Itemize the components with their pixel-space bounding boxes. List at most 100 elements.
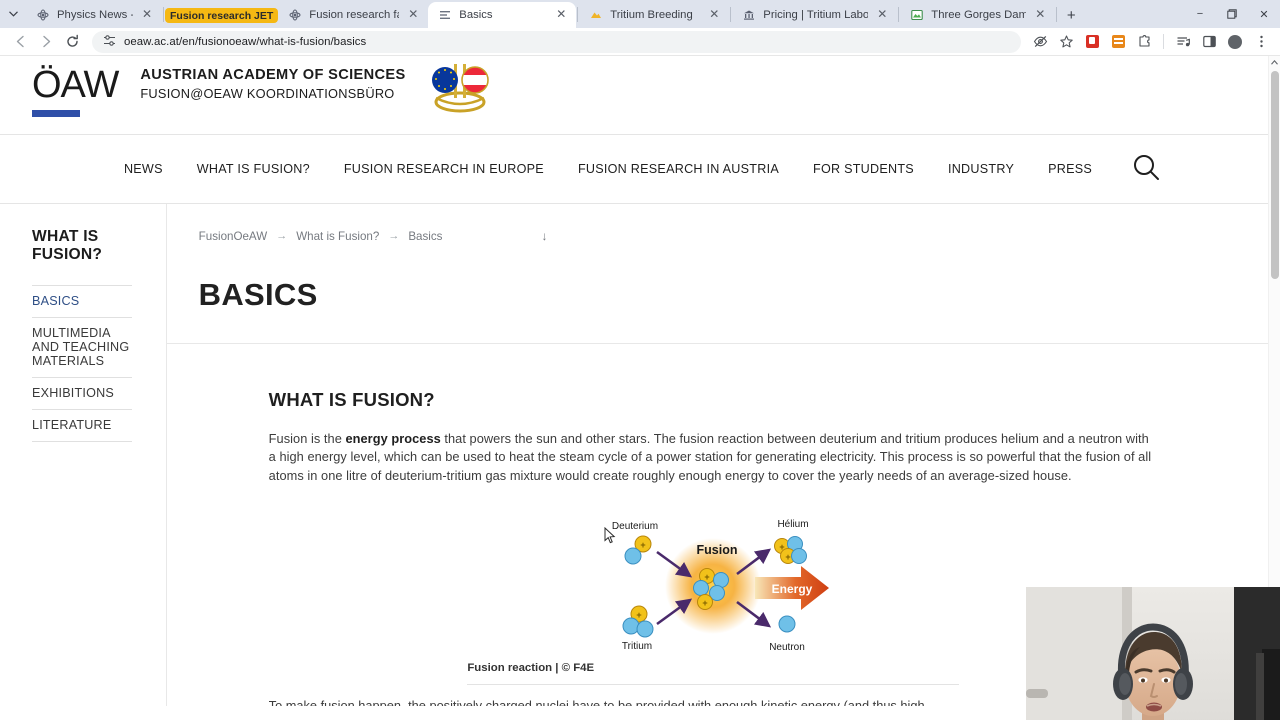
intro-paragraph: Fusion is the energy process that powers… [269, 430, 1158, 485]
browser-tab[interactable]: Fusion research facility's final t ✕ [278, 2, 428, 28]
reading-list-icon[interactable] [1172, 31, 1194, 53]
nav-item-fusion-research-europe[interactable]: FUSION RESEARCH IN EUROPE [327, 162, 561, 176]
breadcrumb-item-basics[interactable]: Basics [408, 230, 442, 243]
reload-button[interactable] [60, 30, 84, 54]
nav-item-news[interactable]: NEWS [107, 162, 180, 176]
sidebar-heading: WHAT IS FUSION? [32, 228, 103, 263]
site-header: ÖAW AUSTRIAN ACADEMY OF SCIENCES FUSION@… [0, 56, 1268, 134]
extension-red-icon[interactable] [1081, 31, 1103, 53]
browser-toolbar: oeaw.ac.at/en/fusionoeaw/what-is-fusion/… [0, 28, 1280, 56]
scrollbar-thumb[interactable] [1271, 71, 1279, 279]
tab-close-icon[interactable]: ✕ [406, 8, 420, 22]
tab-close-icon[interactable]: ✕ [875, 8, 889, 22]
tab-group-label[interactable]: Fusion research JET [165, 8, 279, 23]
page-title: BASICS [198, 277, 318, 312]
fusion-label: Fusion [697, 543, 738, 557]
new-tab-button[interactable]: + [1058, 2, 1084, 28]
image-icon [910, 8, 924, 22]
energy-label: Energy [772, 582, 813, 596]
tab-divider [730, 6, 732, 22]
breadcrumb-item-fusionoeaw[interactable]: FusionOeAW [199, 230, 268, 243]
nav-item-press[interactable]: PRESS [1031, 162, 1109, 176]
physics-icon [288, 8, 302, 22]
profile-avatar-icon[interactable] [1224, 31, 1246, 53]
breadcrumb-separator-icon: → [388, 230, 400, 242]
nav-item-what-is-fusion[interactable]: WHAT IS FUSION? [180, 162, 327, 176]
helium-label: Hélium [778, 519, 809, 530]
forward-button[interactable] [34, 30, 58, 54]
side-panel-icon[interactable] [1198, 31, 1220, 53]
page-title-block: BASICS [166, 243, 1268, 344]
toolbar-icons [1029, 31, 1272, 53]
next-paragraph-truncated: To make fusion happen, the positively ch… [268, 698, 925, 707]
webcam-video-overlay[interactable] [1026, 587, 1280, 720]
browser-tab[interactable]: Three Gorges Dam: The World ✕ [900, 2, 1055, 28]
bank-icon [742, 8, 756, 22]
window-close-button[interactable]: ✕ [1248, 0, 1280, 28]
physics-icon [36, 8, 50, 22]
sidebar-item-literature[interactable]: LITERATURE [32, 410, 132, 442]
left-sidebar: WHAT IS FUSION? BASICS MULTIMEDIA AND TE… [0, 204, 166, 706]
fusion-reaction-diagram: Energy + Deuterium + Tritium + + Fusion … [587, 514, 839, 654]
toolbar-divider [1163, 34, 1164, 49]
extension-orange-icon[interactable] [1107, 31, 1129, 53]
tab-title: Fusion research facility's final t [309, 8, 399, 21]
tab-search-chevron-down-icon[interactable] [0, 0, 26, 28]
window-controls: − ✕ [1184, 0, 1280, 28]
nav-item-fusion-research-austria[interactable]: FUSION RESEARCH IN AUSTRIA [561, 162, 796, 176]
main-navigation: NEWS WHAT IS FUSION? FUSION RESEARCH IN … [0, 134, 1268, 204]
eye-off-icon[interactable] [1029, 31, 1051, 53]
org-line-1: AUSTRIAN ACADEMY OF SCIENCES [140, 67, 406, 83]
svg-text:+: + [641, 540, 646, 550]
window-minimize-button[interactable]: − [1184, 0, 1216, 28]
window-maximize-button[interactable] [1216, 0, 1248, 28]
browser-window: Physics News - Physics News, M ✕ Fusion … [0, 0, 1280, 720]
breadcrumb-item-what-is-fusion[interactable]: What is Fusion? [296, 230, 379, 243]
address-bar-url[interactable]: oeaw.ac.at/en/fusionoeaw/what-is-fusion/… [124, 36, 366, 48]
page-viewport: ÖAW AUSTRIAN ACADEMY OF SCIENCES FUSION@… [0, 56, 1280, 720]
deuterium-label: Deuterium [612, 521, 658, 532]
tab-divider [163, 6, 164, 22]
tab-divider [1056, 6, 1058, 22]
tab-close-icon[interactable]: ✕ [707, 8, 721, 22]
browser-tab-active[interactable]: Basics ✕ [428, 2, 577, 28]
breadcrumb-separator-icon: → [276, 230, 288, 242]
tune-icon[interactable] [103, 34, 116, 50]
tab-title: Physics News - Physics News, M [57, 8, 133, 21]
tab-title: Basics [459, 8, 493, 21]
tab-close-icon[interactable]: ✕ [554, 8, 568, 22]
svg-text:+: + [703, 598, 708, 608]
figure-caption: Fusion reaction | © F4E [467, 654, 960, 686]
sidebar-item-exhibitions[interactable]: EXHIBITIONS [32, 378, 132, 410]
browser-tab[interactable]: Tritium Breeding ✕ [579, 2, 729, 28]
paragraph-bold-term: energy process [345, 431, 441, 446]
svg-text:+: + [705, 572, 710, 582]
oeaw-icon [438, 8, 452, 22]
extensions-puzzle-icon[interactable] [1133, 31, 1155, 53]
search-icon[interactable] [1131, 152, 1161, 187]
star-icon[interactable] [1055, 31, 1077, 53]
sidebar-item-multimedia[interactable]: MULTIMEDIA AND TEACHING MATERIALS [32, 318, 132, 378]
tab-title: Three Gorges Dam: The World [931, 8, 1027, 21]
tab-divider [898, 6, 900, 22]
tab-close-icon[interactable]: ✕ [1033, 8, 1047, 22]
figure-block: Energy + Deuterium + Tritium + + Fusion … [269, 514, 1158, 686]
address-bar[interactable]: oeaw.ac.at/en/fusionoeaw/what-is-fusion/… [92, 30, 1021, 53]
chrome-menu-icon[interactable] [1250, 31, 1272, 53]
org-line-2: FUSION@OEAW KOORDINATIONSBÜRO [140, 86, 395, 101]
tritium-label: Tritium [622, 641, 652, 652]
browser-tab[interactable]: Pricing | Tritium Laboratory ✕ [732, 2, 897, 28]
sidebar-list: BASICS MULTIMEDIA AND TEACHING MATERIALS… [32, 285, 132, 442]
triangle-icon [589, 8, 603, 22]
oeaw-logo[interactable]: ÖAW [32, 62, 119, 108]
browser-tab[interactable]: Physics News - Physics News, M ✕ [26, 2, 162, 28]
nav-item-for-students[interactable]: FOR STUDENTS [796, 162, 931, 176]
scrollbar-up-arrow-icon[interactable] [1269, 56, 1280, 69]
tab-close-icon[interactable]: ✕ [140, 8, 154, 22]
svg-text:+: + [637, 610, 642, 620]
nav-item-industry[interactable]: INDUSTRY [931, 162, 1031, 176]
back-button[interactable] [8, 30, 32, 54]
tab-divider [577, 6, 579, 22]
sidebar-item-basics[interactable]: BASICS [32, 286, 132, 318]
scroll-down-arrow-icon[interactable]: ↓ [541, 229, 547, 243]
